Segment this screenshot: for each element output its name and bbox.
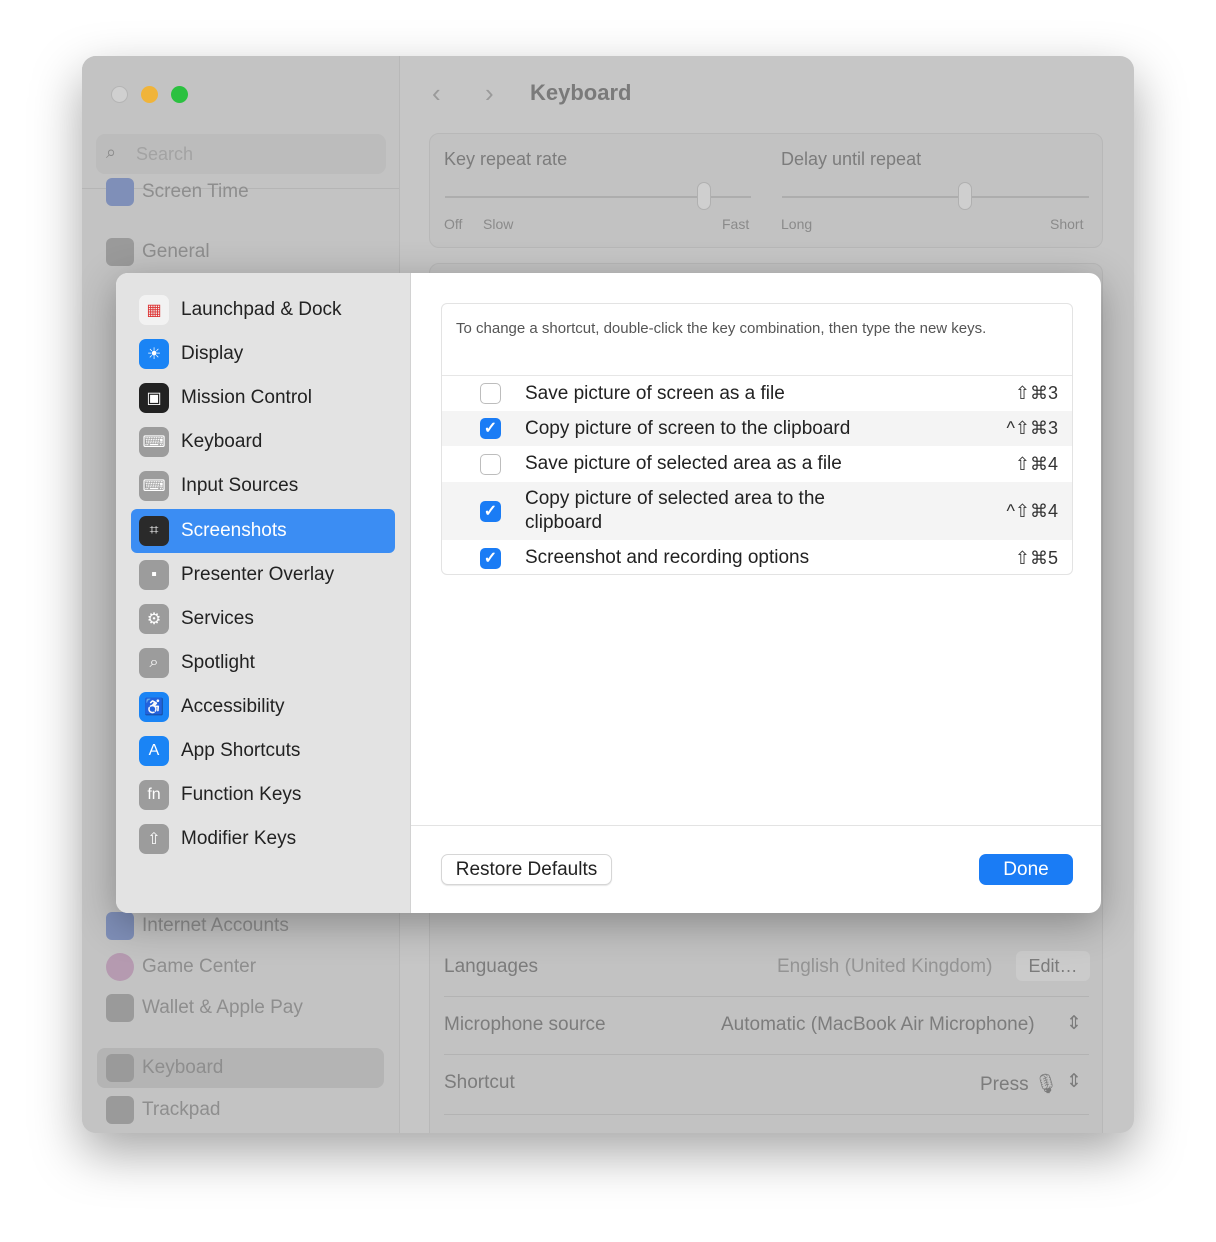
shortcut-label: Screenshot and recording options	[525, 547, 810, 568]
sidebar-item-game-center[interactable]: Game Center	[106, 953, 256, 981]
sidebar-item-launchpad-dock[interactable]: ▦ Launchpad & Dock	[131, 288, 395, 332]
sidebar-item-accessibility[interactable]: ♿ Accessibility	[131, 685, 395, 729]
mic-source-select[interactable]: Automatic (MacBook Air Microphone)	[721, 1014, 1035, 1036]
stepper-icon: ⇕	[1066, 1071, 1082, 1092]
sidebar-item-keyboard[interactable]: Keyboard	[106, 1054, 223, 1082]
shortcuts-table: To change a shortcut, double-click the k…	[441, 303, 1073, 575]
delay-thumb[interactable]	[958, 182, 972, 210]
sidebar-item-screenshots[interactable]: ⌗ Screenshots	[131, 508, 395, 553]
sidebar-item-services[interactable]: ⚙ Services	[131, 597, 395, 641]
sidebar-item-label: Mission Control	[181, 387, 312, 409]
screenshot-icon: ⌗	[139, 515, 169, 546]
sidebar-item-label: Screenshots	[181, 519, 287, 541]
sidebar-item-label: Launchpad & Dock	[181, 299, 342, 320]
done-button[interactable]: Done	[979, 854, 1073, 885]
shortcut-label: Save picture of selected area as a file	[525, 453, 842, 474]
wallet-icon	[106, 994, 134, 1022]
trackpad-icon	[106, 1096, 134, 1124]
page-title: Keyboard	[530, 80, 632, 105]
search-input[interactable]: ⌕ Search	[96, 134, 386, 174]
sidebar-item-label: App Shortcuts	[181, 740, 301, 761]
at-icon	[106, 912, 134, 940]
edit-languages-button[interactable]: Edit…	[1016, 951, 1090, 981]
sidebar-item-label: Services	[181, 607, 254, 629]
key-repeat-thumb[interactable]	[697, 182, 711, 210]
shortcut-keys[interactable]: ^⇧⌘3	[1006, 418, 1058, 439]
gear-icon	[106, 238, 134, 266]
sidebar-item-general[interactable]: General	[106, 238, 210, 266]
shortcut-keys[interactable]: ⇧⌘3	[1015, 383, 1058, 404]
app-store-icon: A	[139, 736, 169, 766]
sidebar-item-label: Accessibility	[181, 695, 285, 717]
sidebar-item-screen-time[interactable]: Screen Time	[106, 178, 249, 206]
sidebar-item-app-shortcuts[interactable]: A App Shortcuts	[131, 729, 395, 773]
sidebar-item-presenter-overlay[interactable]: ▪ Presenter Overlay	[131, 553, 395, 597]
shortcut-label: Save picture of screen as a file	[525, 382, 785, 404]
shortcut-select[interactable]: Press 🎙	[980, 1072, 1058, 1096]
game-center-icon	[106, 953, 134, 981]
shortcut-label: Copy picture of selected area to the cli…	[525, 488, 825, 533]
sidebar-item-function-keys[interactable]: fn Function Keys	[131, 773, 395, 817]
sidebar-item-display[interactable]: ☀ Display	[131, 332, 395, 376]
shortcut-checkbox[interactable]	[480, 383, 501, 404]
shortcut-keys[interactable]: ⇧⌘5	[1015, 548, 1058, 569]
stepper-icon: ⇕	[1066, 1013, 1082, 1034]
sun-icon: ☀	[139, 339, 169, 370]
sidebar-item-label: Function Keys	[181, 784, 302, 806]
delay-slider[interactable]	[782, 196, 1089, 198]
sidebar-item-mission-control[interactable]: ▣ Mission Control	[131, 376, 395, 420]
shift-arrow-icon: ⇧	[139, 824, 169, 855]
sidebar-item-label: Display	[181, 343, 244, 365]
restore-defaults-button[interactable]: Restore Defaults	[441, 854, 612, 885]
gears-icon: ⚙	[139, 603, 169, 634]
shortcut-row[interactable]: ✓ Copy picture of selected area to the cl…	[442, 482, 1072, 540]
shortcut-checkbox[interactable]	[480, 453, 501, 475]
sidebar-item-label: Spotlight	[181, 651, 255, 673]
launchpad-icon: ▦	[139, 295, 169, 325]
shortcut-row[interactable]: Save picture of screen as a file ⇧⌘3	[442, 376, 1072, 411]
fn-icon: fn	[139, 780, 169, 811]
zoom-button[interactable]	[171, 86, 188, 103]
sidebar-item-label: Presenter Overlay	[181, 563, 335, 585]
sidebar-item-label: Modifier Keys	[181, 828, 297, 850]
shortcut-label: Copy picture of screen to the clipboard	[525, 417, 851, 439]
mission-control-icon: ▣	[139, 383, 169, 414]
sidebar-item-label: Keyboard	[181, 431, 263, 453]
forward-button[interactable]: ›	[485, 78, 494, 109]
hint-text: To change a shortcut, double-click the k…	[442, 304, 1072, 376]
keyboard-icon	[106, 1054, 134, 1082]
shortcut-row[interactable]: Save picture of selected area as a file ⇧…	[442, 446, 1072, 482]
magnifier-icon: ⌕	[139, 647, 169, 678]
presenter-icon: ▪	[139, 559, 169, 590]
sidebar-item-wallet[interactable]: Wallet & Apple Pay	[106, 994, 303, 1022]
shortcut-checkbox[interactable]: ✓	[480, 418, 501, 439]
sidebar-item-spotlight[interactable]: ⌕ Spotlight	[131, 641, 395, 685]
sidebar-item-modifier-keys[interactable]: ⇧ Modifier Keys	[131, 817, 395, 861]
sidebar-item-keyboard[interactable]: ⌨ Keyboard	[131, 420, 395, 464]
shortcut-checkbox[interactable]: ✓	[480, 547, 501, 569]
accessibility-icon: ♿	[139, 691, 169, 722]
back-button[interactable]: ‹	[432, 78, 441, 109]
hourglass-icon	[106, 178, 134, 206]
keyboard-shortcuts-sheet: ▦ Launchpad & Dock ☀ Display ▣ Mission Contro…	[116, 273, 1101, 913]
sidebar-item-internet-accounts[interactable]: Internet Accounts	[106, 912, 289, 940]
shortcut-row[interactable]: ✓ Copy picture of screen to the clipboard…	[442, 411, 1072, 446]
sidebar-item-trackpad[interactable]: Trackpad	[106, 1096, 221, 1124]
shortcut-keys[interactable]: ⇧⌘4	[1015, 454, 1058, 475]
close-button[interactable]	[111, 86, 128, 103]
sidebar-item-label: Input Sources	[181, 475, 299, 497]
sidebar-item-input-sources[interactable]: ⌨ Input Sources	[131, 464, 395, 508]
shortcut-row[interactable]: ✓ Screenshot and recording options ⇧⌘5	[442, 540, 1072, 574]
search-icon: ⌕	[106, 142, 117, 162]
minimize-button[interactable]	[141, 86, 158, 103]
shortcut-checkbox[interactable]: ✓	[480, 500, 501, 522]
shortcut-keys[interactable]: ^⇧⌘4	[1006, 501, 1058, 522]
keyboard-icon: ⌨	[139, 471, 169, 502]
keyboard-icon: ⌨	[139, 427, 169, 458]
shortcuts-sidebar: ▦ Launchpad & Dock ☀ Display ▣ Mission Contro…	[116, 273, 411, 913]
